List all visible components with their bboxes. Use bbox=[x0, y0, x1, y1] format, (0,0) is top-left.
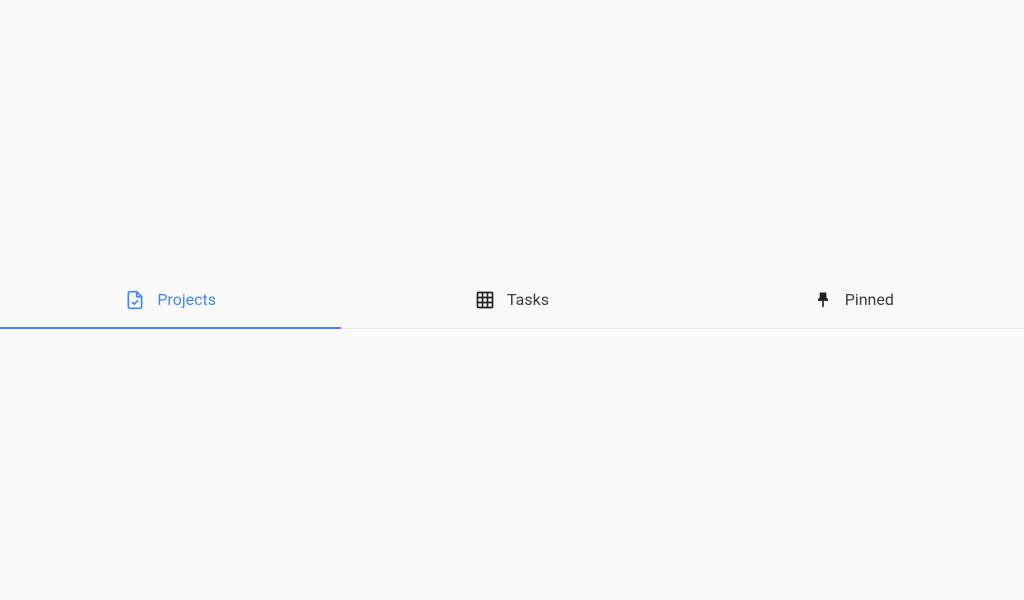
tab-pinned-label: Pinned bbox=[845, 290, 894, 309]
file-check-icon bbox=[125, 290, 145, 310]
tab-pinned[interactable]: Pinned bbox=[683, 272, 1024, 328]
tab-tasks-label: Tasks bbox=[507, 290, 549, 309]
pin-icon bbox=[813, 290, 833, 310]
grid-icon bbox=[475, 290, 495, 310]
tabs-container: Projects Tasks Pinned bbox=[0, 272, 1024, 329]
tab-tasks[interactable]: Tasks bbox=[341, 272, 682, 328]
tab-projects[interactable]: Projects bbox=[0, 272, 341, 328]
tab-projects-label: Projects bbox=[157, 290, 216, 309]
